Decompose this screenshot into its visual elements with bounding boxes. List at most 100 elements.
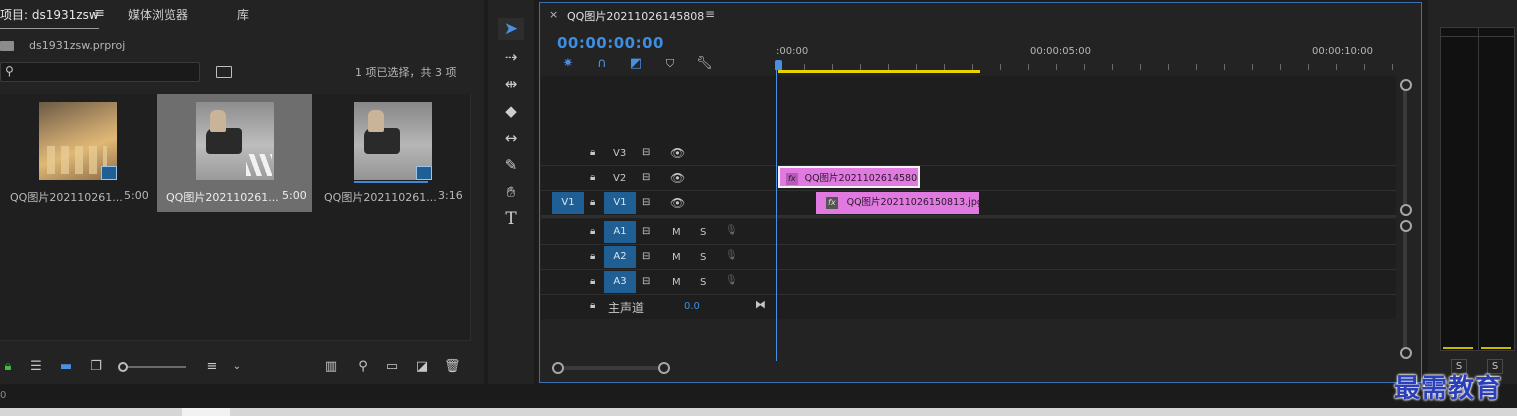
source-patch-v1[interactable]: V1	[552, 192, 584, 214]
track-target-a1[interactable]: A1	[604, 221, 636, 243]
master-track-label: 主声道	[608, 301, 645, 315]
sync-lock-icon[interactable]: ⊟	[642, 172, 650, 183]
master-volume-value[interactable]: 0.0	[684, 301, 700, 312]
zoom-scrollbar-right-handle[interactable]	[658, 362, 670, 374]
zoom-scrollbar-left-handle[interactable]	[552, 362, 564, 374]
razor-tool-icon[interactable]: ◆	[498, 100, 524, 122]
settings-wrench-icon[interactable]: 🔧︎	[696, 56, 713, 72]
search-input[interactable]: ⚲	[0, 62, 200, 82]
nest-icon[interactable]: ✷	[560, 56, 576, 72]
selection-tool-icon[interactable]: ➤	[498, 18, 524, 40]
clip-badge-icon	[101, 166, 117, 180]
eye-icon[interactable]: 👁︎	[670, 196, 685, 210]
clip-v1[interactable]: fx QQ图片20211026150813.jpg	[816, 192, 979, 214]
lock-icon[interactable]: 🔒︎	[590, 226, 595, 237]
search-icon: ⚲	[5, 64, 14, 78]
type-tool-icon[interactable]: T	[498, 208, 524, 230]
solo-button[interactable]: S	[700, 277, 706, 288]
track-target-v1[interactable]: V1	[604, 192, 636, 214]
trash-icon[interactable]: 🗑︎	[444, 359, 461, 375]
zoom-slider-handle[interactable]	[118, 362, 128, 372]
hand-tool-icon[interactable]: ✋︎	[498, 181, 524, 203]
audio-scrollbar-track[interactable]	[1403, 228, 1407, 350]
sequence-tab[interactable]: QQ图片20211026145808	[567, 8, 704, 24]
media-thumbnail[interactable]	[354, 102, 432, 183]
tab-project[interactable]: 项目: ds1931zsw	[0, 6, 99, 29]
crosswalk-stripes	[246, 154, 272, 176]
solo-button[interactable]: S	[700, 252, 706, 263]
sort-icon[interactable]: ≡	[204, 359, 220, 375]
microphone-icon[interactable]: 🎙︎	[725, 225, 738, 236]
video-scrollbar-track[interactable]	[1403, 86, 1407, 207]
zoom-scrollbar-track[interactable]	[558, 366, 664, 370]
mute-button[interactable]: M	[672, 252, 681, 263]
go-to-edit-point-icon[interactable]: ⧓	[755, 298, 766, 311]
track-select-tool-icon[interactable]: ⇢	[498, 46, 524, 68]
eye-icon[interactable]: 👁︎	[670, 146, 685, 160]
lock-icon[interactable]: 🔒︎	[590, 147, 595, 158]
clip-v2[interactable]: fx QQ图片20211026145808.	[778, 166, 920, 188]
add-marker-icon[interactable]: ⛉	[662, 56, 678, 72]
lock-icon[interactable]: 🔒︎	[590, 300, 595, 311]
media-thumbnail[interactable]	[196, 102, 274, 180]
new-item-icon[interactable]: ◪	[414, 359, 430, 375]
close-sequence-icon[interactable]: ×	[549, 8, 558, 21]
new-bin-from-search-icon[interactable]	[216, 66, 232, 78]
tab-library[interactable]: 库	[237, 6, 249, 23]
media-duration: 5:00	[124, 189, 149, 202]
microphone-icon[interactable]: 🎙︎	[725, 275, 738, 286]
freeform-view-icon[interactable]: ❐	[88, 359, 104, 375]
linked-selection-icon[interactable]: ◩	[628, 56, 644, 72]
media-name: QQ图片202110261...	[10, 191, 123, 204]
icon-view-icon[interactable]: ▬	[58, 359, 74, 375]
chevron-down-icon[interactable]: ⌄	[229, 359, 245, 375]
selection-status: 1 项已选择，共 3 项	[355, 66, 457, 79]
rider-shape	[210, 110, 226, 132]
new-bin-icon[interactable]: ▭	[384, 359, 400, 375]
mute-button[interactable]: M	[672, 277, 681, 288]
find-icon[interactable]: ⚲	[355, 359, 371, 375]
video-scrollbar-top-handle[interactable]	[1400, 79, 1412, 91]
zoom-slider[interactable]	[118, 362, 186, 372]
mute-button[interactable]: M	[672, 227, 681, 238]
status-corner-text: 0	[0, 390, 7, 401]
meter-base-right	[1481, 347, 1511, 349]
sync-lock-icon[interactable]: ⊟	[642, 147, 650, 158]
pen-tool-icon[interactable]: ✎	[498, 154, 524, 176]
microphone-icon[interactable]: 🎙︎	[725, 250, 738, 261]
work-area-bar[interactable]	[778, 70, 980, 73]
media-thumbnail[interactable]	[39, 102, 117, 180]
sync-lock-icon[interactable]: ⊟	[642, 197, 650, 208]
audio-scrollbar-top-handle[interactable]	[1400, 220, 1412, 232]
watermark-logo: 最需教育	[1394, 374, 1503, 404]
automate-to-sequence-icon[interactable]: ▥	[323, 359, 339, 375]
tab-project-menu[interactable]: ≡	[94, 6, 105, 21]
list-view-icon[interactable]: ☰	[28, 359, 44, 375]
project-panel: 项目: ds1931zsw ≡ 媒体浏览器 库 ds1931zsw.prproj…	[0, 0, 484, 384]
track-label-v3[interactable]: V3	[613, 148, 626, 159]
snap-icon[interactable]: ∩	[594, 56, 610, 72]
lock-icon[interactable]: 🔒︎	[590, 251, 595, 262]
timecode-display[interactable]: 00:00:00:00	[557, 34, 664, 52]
solo-button[interactable]: S	[700, 227, 706, 238]
sequence-tab-menu-icon[interactable]: ≡	[705, 7, 715, 21]
eye-icon[interactable]: 👁︎	[670, 171, 685, 185]
audio-scrollbar-bottom-handle[interactable]	[1400, 347, 1412, 359]
lock-icon[interactable]: 🔒︎	[0, 359, 16, 375]
sync-lock-icon[interactable]: ⊟	[642, 251, 650, 262]
track-target-a2[interactable]: A2	[604, 246, 636, 268]
ripple-edit-tool-icon[interactable]: ⇹	[498, 73, 524, 95]
playhead-handle[interactable]	[775, 60, 782, 70]
track-target-a3[interactable]: A3	[604, 271, 636, 293]
sync-lock-icon[interactable]: ⊟	[642, 226, 650, 237]
playhead-line	[776, 70, 777, 361]
video-scrollbar-bottom-handle[interactable]	[1400, 204, 1412, 216]
lock-icon[interactable]: 🔒︎	[590, 172, 595, 183]
lock-icon[interactable]: 🔒︎	[590, 197, 595, 208]
sync-lock-icon[interactable]: ⊟	[642, 276, 650, 287]
ruler-label: :00:00	[776, 46, 809, 57]
lock-icon[interactable]: 🔒︎	[590, 276, 595, 287]
slip-tool-icon[interactable]: ↔	[498, 127, 524, 149]
tab-media-browser[interactable]: 媒体浏览器	[128, 6, 188, 23]
track-label-v2[interactable]: V2	[613, 173, 626, 184]
